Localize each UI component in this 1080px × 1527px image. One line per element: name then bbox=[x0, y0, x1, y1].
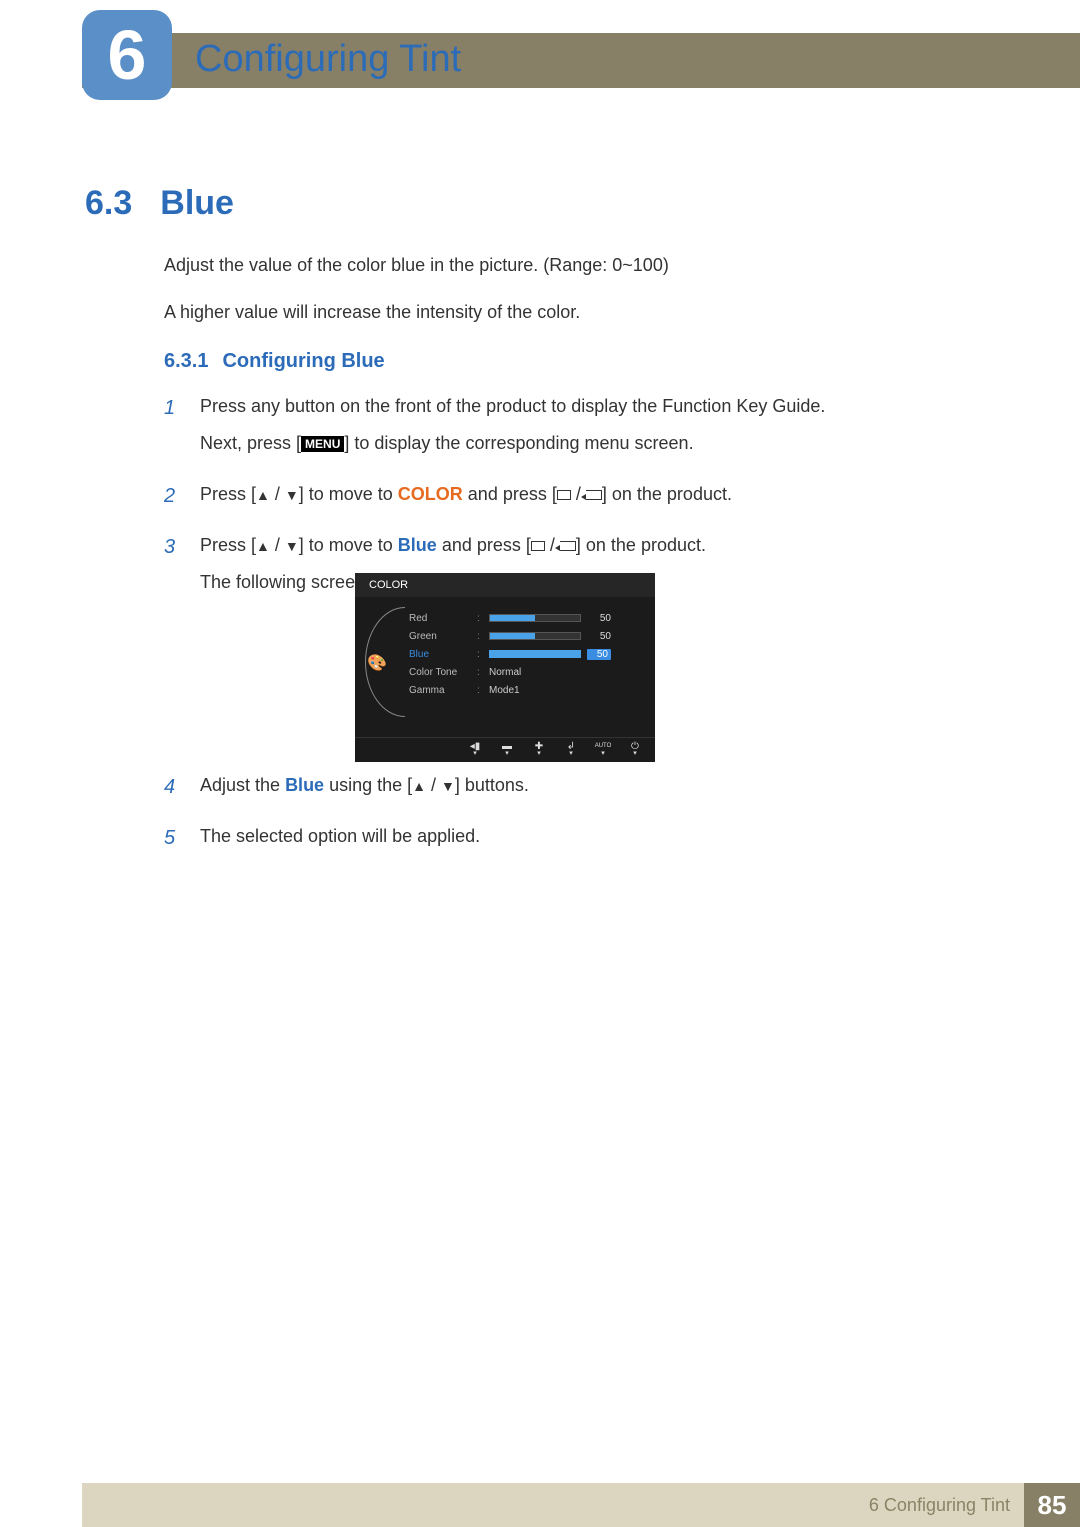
text: and press [ bbox=[463, 484, 557, 504]
palette-icon: 🎨 bbox=[367, 653, 387, 673]
osd-power-button-icon: ⏻▾ bbox=[625, 742, 645, 756]
osd-value-active: 50 bbox=[587, 649, 611, 660]
color-keyword: COLOR bbox=[398, 484, 463, 504]
up-arrow-icon bbox=[256, 484, 270, 504]
page-number-box: 85 bbox=[1024, 1483, 1080, 1527]
osd-row-red: Red : 50 bbox=[409, 609, 643, 627]
step-body: Press any button on the front of the pro… bbox=[200, 393, 964, 467]
osd-slider-active bbox=[489, 650, 581, 658]
text: ] on the product. bbox=[576, 535, 706, 555]
text: and press [ bbox=[437, 535, 531, 555]
osd-body: 🎨 Red : 50 Green : 50 Blue : 50 Color To… bbox=[355, 597, 655, 737]
osd-value: 50 bbox=[587, 613, 611, 624]
osd-footer-buttons: ◂▮▾ ▬▾ ✚▾ ↲▾ AUTO▾ ⏻▾ bbox=[355, 737, 655, 762]
step-number: 4 bbox=[164, 772, 182, 809]
footer-chapter-label: 6 Configuring Tint bbox=[869, 1495, 1010, 1516]
down-arrow-icon bbox=[441, 775, 455, 795]
osd-back-button-icon: ◂▮▾ bbox=[465, 742, 485, 756]
blue-keyword: Blue bbox=[398, 535, 437, 555]
subsection-heading: 6.3.1 Configuring Blue bbox=[164, 350, 385, 373]
blue-keyword: Blue bbox=[285, 775, 324, 795]
up-arrow-icon bbox=[256, 535, 270, 555]
enter-icon bbox=[586, 490, 602, 500]
osd-title: COLOR bbox=[355, 573, 655, 597]
text: ] to move to bbox=[299, 484, 398, 504]
text: using the [ bbox=[324, 775, 412, 795]
osd-label-active: Blue bbox=[409, 649, 471, 660]
osd-colon: : bbox=[477, 667, 483, 678]
text: Press [ bbox=[200, 484, 256, 504]
intro-paragraph-2: A higher value will increase the intensi… bbox=[164, 299, 944, 326]
menu-key-icon: MENU bbox=[301, 436, 344, 452]
down-arrow-icon bbox=[285, 484, 299, 504]
osd-label: Red bbox=[409, 613, 471, 624]
chapter-title: Configuring Tint bbox=[195, 38, 461, 81]
text: ] to move to bbox=[299, 535, 398, 555]
osd-value: 50 bbox=[587, 631, 611, 642]
text: Adjust the bbox=[200, 775, 285, 795]
osd-screenshot: COLOR 🎨 Red : 50 Green : 50 Blue : 50 Co… bbox=[355, 573, 655, 762]
step-body: Adjust the Blue using the [ / ] buttons. bbox=[200, 772, 964, 809]
osd-minus-button-icon: ▬▾ bbox=[497, 742, 517, 756]
step-text: Press [ / ] to move to Blue and press [ … bbox=[200, 532, 964, 559]
step-5: 5 The selected option will be applied. bbox=[164, 823, 964, 860]
osd-colon: : bbox=[477, 631, 483, 642]
step-2: 2 Press [ / ] to move to COLOR and press… bbox=[164, 481, 964, 518]
step-number: 3 bbox=[164, 532, 182, 606]
section-intro: Adjust the value of the color blue in th… bbox=[164, 252, 944, 346]
step-text: Press [ / ] to move to COLOR and press [… bbox=[200, 481, 964, 508]
subsection-number: 6.3.1 bbox=[164, 350, 208, 373]
down-arrow-icon bbox=[285, 535, 299, 555]
osd-value: Mode1 bbox=[489, 685, 520, 696]
text: Next, press [ bbox=[200, 433, 301, 453]
osd-label: Color Tone bbox=[409, 667, 471, 678]
osd-label: Gamma bbox=[409, 685, 471, 696]
section-title: Blue bbox=[160, 184, 234, 223]
step-1: 1 Press any button on the front of the p… bbox=[164, 393, 964, 467]
intro-paragraph-1: Adjust the value of the color blue in th… bbox=[164, 252, 944, 279]
section-heading: 6.3 Blue bbox=[85, 184, 234, 223]
osd-row-gamma: Gamma : Mode1 bbox=[409, 681, 643, 699]
chapter-number-badge: 6 bbox=[82, 10, 172, 100]
step-number: 2 bbox=[164, 481, 182, 518]
subsection-title: Configuring Blue bbox=[222, 350, 384, 373]
page-number: 85 bbox=[1038, 1490, 1067, 1521]
osd-row-colortone: Color Tone : Normal bbox=[409, 663, 643, 681]
osd-slider bbox=[489, 614, 581, 622]
text: ] buttons. bbox=[455, 775, 529, 795]
step-4: 4 Adjust the Blue using the [ / ] button… bbox=[164, 772, 964, 809]
step-text: Next, press [MENU] to display the corres… bbox=[200, 430, 964, 457]
osd-colon: : bbox=[477, 685, 483, 696]
osd-label: Green bbox=[409, 631, 471, 642]
step-number: 1 bbox=[164, 393, 182, 467]
osd-enter-button-icon: ↲▾ bbox=[561, 742, 581, 756]
step-number: 5 bbox=[164, 823, 182, 860]
text: ] to display the corresponding menu scre… bbox=[344, 433, 693, 453]
step-text: The selected option will be applied. bbox=[200, 823, 964, 850]
osd-row-blue: Blue : 50 bbox=[409, 645, 643, 663]
text: Press [ bbox=[200, 535, 256, 555]
section-number: 6.3 bbox=[85, 184, 132, 223]
osd-row-green: Green : 50 bbox=[409, 627, 643, 645]
step-body: The selected option will be applied. bbox=[200, 823, 964, 860]
enter-icon bbox=[560, 541, 576, 551]
osd-auto-button-icon: AUTO▾ bbox=[593, 742, 613, 756]
chapter-number: 6 bbox=[108, 15, 147, 95]
text: ] on the product. bbox=[602, 484, 732, 504]
step-body: Press [ / ] to move to COLOR and press [… bbox=[200, 481, 964, 518]
osd-slider bbox=[489, 632, 581, 640]
osd-value: Normal bbox=[489, 667, 521, 678]
step-text: Press any button on the front of the pro… bbox=[200, 393, 964, 420]
source-icon bbox=[557, 490, 571, 500]
up-arrow-icon bbox=[412, 775, 426, 795]
page-footer: 6 Configuring Tint 85 bbox=[82, 1483, 1080, 1527]
step-text: Adjust the Blue using the [ / ] buttons. bbox=[200, 772, 964, 799]
osd-plus-button-icon: ✚▾ bbox=[529, 742, 549, 756]
steps-lower: 4 Adjust the Blue using the [ / ] button… bbox=[164, 772, 964, 874]
source-icon bbox=[531, 541, 545, 551]
osd-colon: : bbox=[477, 613, 483, 624]
osd-colon: : bbox=[477, 649, 483, 660]
